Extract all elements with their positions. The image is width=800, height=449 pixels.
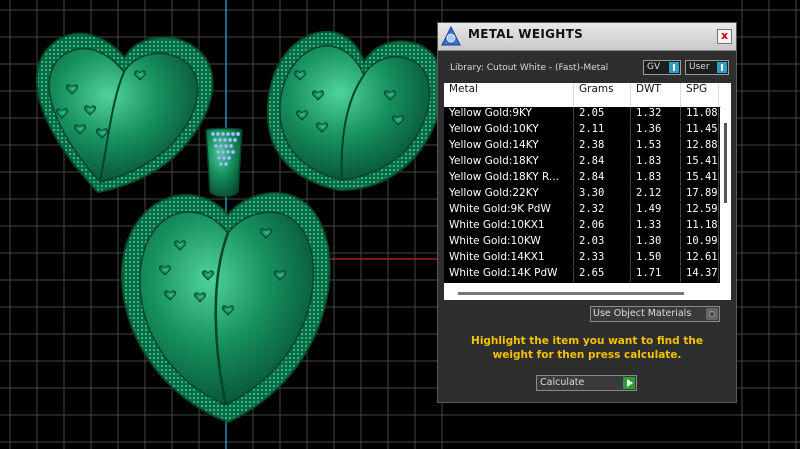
close-icon[interactable]: x xyxy=(717,29,732,44)
horizontal-scroll-thumb[interactable] xyxy=(458,292,684,295)
cell-metal: White Gold:14K PdW xyxy=(444,267,574,282)
cell-spg: 12.61 xyxy=(681,251,719,266)
metal-weights-icon xyxy=(441,25,461,46)
cell-grams: 2.65 xyxy=(574,267,631,282)
column-header-dwt[interactable]: DWT xyxy=(631,83,681,107)
panel-titlebar[interactable]: METAL WEIGHTS x xyxy=(438,23,736,51)
horizontal-scrollbar[interactable] xyxy=(444,286,731,300)
cell-grams: 2.38 xyxy=(574,139,631,154)
user-toggle[interactable]: User xyxy=(685,60,729,75)
table-row[interactable]: Yellow Gold:14KY 2.38 1.53 12.88 xyxy=(444,139,720,155)
metal-weights-table[interactable]: Metal Grams DWT SPG Yellow Gold:9KY 2.05 1… xyxy=(444,83,731,300)
cell-metal: Yellow Gold:10KY xyxy=(444,123,574,138)
cell-spg: 11.45 xyxy=(681,123,719,138)
table-row[interactable]: White Gold:10KW 2.03 1.30 10.99 xyxy=(444,235,720,251)
table-row[interactable]: White Gold:14KX1 2.33 1.50 12.61 xyxy=(444,251,720,267)
cell-spg: 11.08 xyxy=(681,107,719,122)
calculate-button[interactable]: Calculate xyxy=(536,375,637,391)
cell-grams: 2.03 xyxy=(574,235,631,250)
use-object-materials-label: Use Object Materials xyxy=(593,308,692,319)
cell-grams: 2.05 xyxy=(574,107,631,122)
cell-dwt: 1.33 xyxy=(631,219,681,234)
cell-spg: 15.41 xyxy=(681,171,719,186)
cell-metal: Yellow Gold:18KY R... xyxy=(444,171,574,186)
table-header: Metal Grams DWT SPG xyxy=(444,83,731,108)
cell-dwt: 1.71 xyxy=(631,267,681,282)
cell-spg: 11.18 xyxy=(681,219,719,234)
cell-grams: 2.11 xyxy=(574,123,631,138)
cell-grams: 2.84 xyxy=(574,171,631,186)
calculate-label: Calculate xyxy=(540,377,585,388)
instruction-text: Highlight the item you want to find the … xyxy=(471,335,703,361)
cell-spg: 14.37 xyxy=(681,267,719,282)
table-row[interactable]: Yellow Gold:10KY 2.11 1.36 11.45 xyxy=(444,123,720,139)
cell-dwt: 1.83 xyxy=(631,155,681,170)
earring-right-model[interactable] xyxy=(266,30,444,192)
cell-grams: 2.32 xyxy=(574,203,631,218)
table-row[interactable]: Yellow Gold:9KY 2.05 1.32 11.08 xyxy=(444,107,720,123)
cell-grams: 3.30 xyxy=(574,187,631,202)
table-row[interactable]: Yellow Gold:18KY R... 2.84 1.83 15.41 xyxy=(444,171,720,187)
table-row[interactable]: Yellow Gold:18KY 2.84 1.83 15.41 xyxy=(444,155,720,171)
cell-metal: Yellow Gold:9KY xyxy=(444,107,574,122)
earring-left-model[interactable] xyxy=(35,32,214,194)
cell-dwt: 1.30 xyxy=(631,235,681,250)
cell-dwt: 1.50 xyxy=(631,251,681,266)
pendant-bail-model[interactable] xyxy=(205,127,243,198)
cell-spg: 15.41 xyxy=(681,155,719,170)
cell-spg: 12.88 xyxy=(681,139,719,154)
play-icon xyxy=(623,377,635,389)
cell-dwt: 1.53 xyxy=(631,139,681,154)
cell-grams: 2.84 xyxy=(574,155,631,170)
cell-metal: Yellow Gold:18KY xyxy=(444,155,574,170)
table-row[interactable]: White Gold:14K PdW 2.65 1.71 14.37 xyxy=(444,267,720,283)
use-object-materials-toggle[interactable]: Use Object Materials xyxy=(590,306,720,322)
toggle-indicator-icon xyxy=(669,62,679,73)
gv-toggle[interactable]: GV xyxy=(643,60,681,75)
cell-spg: 12.59 xyxy=(681,203,719,218)
metal-weights-panel: METAL WEIGHTS x Library: Cutout White - … xyxy=(437,22,737,403)
vertical-scroll-thumb[interactable] xyxy=(724,123,727,203)
table-row[interactable]: White Gold:10KX1 2.06 1.33 11.18 xyxy=(444,219,720,235)
cell-metal: White Gold:9K PdW xyxy=(444,203,574,218)
user-toggle-label: User xyxy=(689,62,710,72)
column-header-metal[interactable]: Metal xyxy=(444,83,574,107)
cell-grams: 2.33 xyxy=(574,251,631,266)
cell-metal: White Gold:10KW xyxy=(444,235,574,250)
cell-metal: Yellow Gold:14KY xyxy=(444,139,574,154)
cell-grams: 2.06 xyxy=(574,219,631,234)
column-header-grams[interactable]: Grams xyxy=(574,83,631,107)
cell-dwt: 1.49 xyxy=(631,203,681,218)
cell-dwt: 2.12 xyxy=(631,187,681,202)
cell-metal: Yellow Gold:22KY xyxy=(444,187,574,202)
toggle-knob-icon xyxy=(706,308,718,320)
panel-title: METAL WEIGHTS xyxy=(468,27,584,41)
toggle-indicator-icon xyxy=(717,62,727,73)
cell-metal: White Gold:14KX1 xyxy=(444,251,574,266)
table-body: Yellow Gold:9KY 2.05 1.32 11.08 Yellow Gold:… xyxy=(444,107,720,285)
table-row[interactable]: Yellow Gold:22KY 3.30 2.12 17.89 xyxy=(444,187,720,203)
cell-spg: 10.99 xyxy=(681,235,719,250)
vertical-scrollbar[interactable] xyxy=(721,107,731,285)
cell-dwt: 1.32 xyxy=(631,107,681,122)
table-row[interactable]: White Gold:9K PdW 2.32 1.49 12.59 xyxy=(444,203,720,219)
library-label: Library: Cutout White - (Fast)-Metal xyxy=(450,63,609,73)
cell-dwt: 1.83 xyxy=(631,171,681,186)
column-header-spg[interactable]: SPG xyxy=(681,83,719,107)
cell-spg: 17.89 xyxy=(681,187,719,202)
cell-dwt: 1.36 xyxy=(631,123,681,138)
gv-toggle-label: GV xyxy=(647,62,661,72)
cell-metal: White Gold:10KX1 xyxy=(444,219,574,234)
